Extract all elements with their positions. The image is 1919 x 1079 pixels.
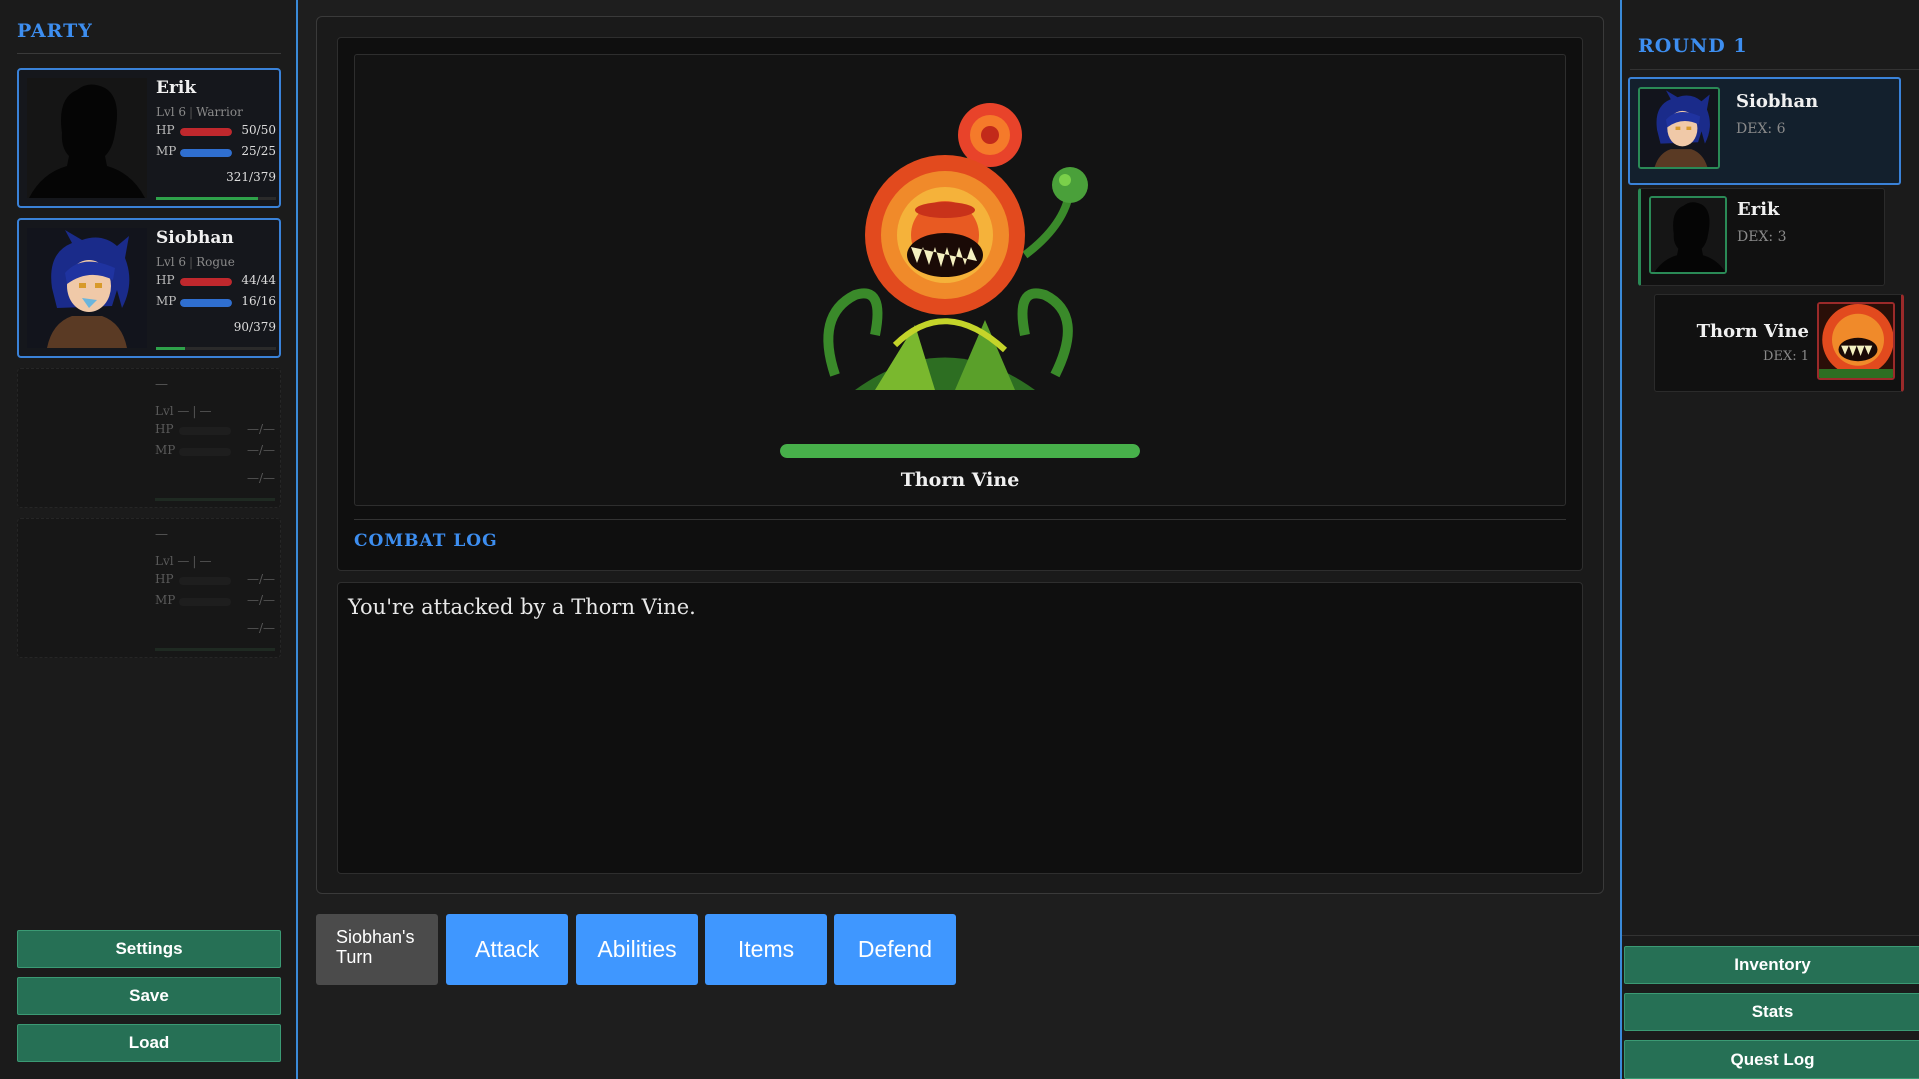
- thorn-vine-sprite[interactable]: [795, 95, 1095, 395]
- load-button[interactable]: Load: [17, 1024, 281, 1062]
- enemy-area[interactable]: [354, 54, 1566, 506]
- hp-bar: [180, 278, 232, 286]
- menu-divider: [1622, 935, 1919, 936]
- member-level-class: Lvl 6 | Warrior: [156, 105, 243, 119]
- erik-portrait: [1649, 196, 1727, 274]
- party-card-erik[interactable]: Erik Lvl 6 | Warrior HP 50/50 MP 25/25 321…: [17, 68, 281, 208]
- combat-log-title: COMBAT LOG: [354, 531, 498, 551]
- member-name: —: [155, 527, 168, 542]
- initiative-card-siobhan[interactable]: Siobhan DEX: 6: [1628, 77, 1901, 185]
- mp-row: MP 16/16: [156, 294, 276, 308]
- mp-row: MP —/—: [155, 443, 275, 457]
- round-title: ROUND 1: [1638, 35, 1748, 57]
- member-level-class: Lvl 6 | Rogue: [156, 255, 235, 269]
- member-level-class: Lvl — | —: [155, 554, 212, 568]
- combat-log[interactable]: You're attacked by a Thorn Vine.: [337, 582, 1583, 874]
- siobhan-portrait: [1638, 87, 1720, 169]
- xp-row: —/—: [155, 621, 275, 651]
- xp-bar: [156, 197, 276, 200]
- initiative-dex: DEX: 3: [1737, 229, 1787, 245]
- mp-bar: [180, 149, 232, 157]
- initiative-name: Siobhan: [1736, 91, 1819, 112]
- initiative-panel: ROUND 1 Siobhan DEX: 6 Erik DEX: 3 Thorn…: [1620, 0, 1919, 1079]
- xp-value: 321/379: [226, 170, 276, 184]
- mp-value: 25/25: [241, 144, 276, 158]
- attack-button[interactable]: Attack: [446, 914, 568, 985]
- defend-button[interactable]: Defend: [834, 914, 956, 985]
- initiative-card-erik[interactable]: Erik DEX: 3: [1638, 188, 1885, 286]
- party-card-empty-1: — Lvl — | — HP —/— MP —/— —/—: [17, 368, 281, 508]
- items-button[interactable]: Items: [705, 914, 827, 985]
- member-name: Erik: [156, 78, 197, 98]
- initiative-dex: DEX: 6: [1736, 121, 1786, 137]
- hp-bar: [180, 128, 232, 136]
- member-name: Siobhan: [156, 228, 234, 248]
- mp-row: MP —/—: [155, 593, 275, 607]
- round-title-divider: [1630, 69, 1919, 70]
- xp-bar: [156, 347, 276, 350]
- hp-row: HP 50/50: [156, 123, 276, 137]
- xp-row: —/—: [155, 471, 275, 501]
- party-card-siobhan[interactable]: Siobhan Lvl 6 | Rogue HP 44/44 MP 16/16 90…: [17, 218, 281, 358]
- hp-row: HP —/—: [155, 422, 275, 436]
- mp-value: 16/16: [241, 294, 276, 308]
- mp-bar: [180, 299, 232, 307]
- party-panel: PARTY Erik Lvl 6 | Warrior HP 50/50 MP 25/…: [0, 0, 298, 1079]
- log-divider: [354, 519, 1566, 520]
- abilities-button[interactable]: Abilities: [576, 914, 698, 985]
- party-title-divider: [17, 53, 281, 54]
- erik-portrait: [27, 78, 147, 198]
- initiative-dex: DEX: 1: [1763, 349, 1809, 364]
- mp-row: MP 25/25: [156, 144, 276, 158]
- member-name: —: [155, 377, 168, 392]
- settings-button[interactable]: Settings: [17, 930, 281, 968]
- party-title: PARTY: [17, 20, 93, 42]
- quest-log-button[interactable]: Quest Log: [1624, 1040, 1919, 1079]
- initiative-card-thorn-vine[interactable]: Thorn Vine DEX: 1: [1654, 294, 1904, 392]
- party-card-empty-2: — Lvl — | — HP —/— MP —/— —/—: [17, 518, 281, 658]
- xp-row: 90/379: [156, 320, 276, 350]
- siobhan-portrait: [27, 228, 147, 348]
- enemy-hp-bar: [780, 444, 1140, 458]
- hp-value: 44/44: [241, 273, 276, 287]
- xp-row: 321/379: [156, 170, 276, 200]
- thorn-vine-portrait: [1817, 302, 1895, 380]
- inventory-button[interactable]: Inventory: [1624, 946, 1919, 984]
- hp-row: HP 44/44: [156, 273, 276, 287]
- initiative-name: Erik: [1737, 199, 1780, 220]
- turn-indicator: Siobhan's Turn: [316, 914, 438, 985]
- log-line: You're attacked by a Thorn Vine.: [348, 595, 696, 619]
- enemy-name: Thorn Vine: [900, 469, 1020, 491]
- hp-row: HP —/—: [155, 572, 275, 586]
- hp-value: 50/50: [241, 123, 276, 137]
- stats-button[interactable]: Stats: [1624, 993, 1919, 1031]
- member-level-class: Lvl — | —: [155, 404, 212, 418]
- initiative-name: Thorn Vine: [1696, 321, 1809, 342]
- save-button[interactable]: Save: [17, 977, 281, 1015]
- xp-value: 90/379: [233, 320, 276, 334]
